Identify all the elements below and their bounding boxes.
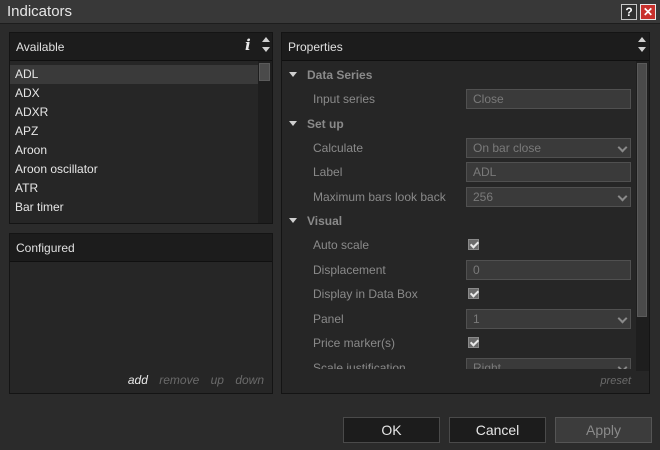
prop-label: Label [313,165,343,179]
list-item[interactable]: Aroon oscillator [10,160,258,179]
arrow-up-icon[interactable] [262,37,270,42]
properties-header: Properties [282,33,649,61]
window-title: Indicators [7,3,73,20]
prop-label: Scale justification [313,360,406,370]
chevron-down-icon [617,191,628,201]
arrow-down-icon[interactable] [262,47,270,52]
close-button[interactable]: ✕ [640,4,656,20]
prop-label: Input series [313,92,376,106]
chevron-down-icon [617,142,628,152]
display-data-box-checkbox[interactable] [468,288,479,299]
collapse-arrow-icon[interactable] [289,120,297,126]
input-series-field[interactable]: Close [466,89,631,109]
available-header: Available i [10,33,272,61]
prop-display-data-box: Display in Data Box [282,282,636,307]
category-label: Visual [307,214,343,228]
max-bars-select[interactable]: 256 [466,186,631,207]
scrollbar-thumb[interactable] [637,63,647,317]
list-item[interactable]: Bar timer [10,198,258,217]
label-field[interactable]: ADL [466,162,631,182]
scale-justification-select[interactable]: Right [466,357,631,370]
list-item[interactable]: APZ [10,122,258,141]
prop-label: Panel [313,311,344,326]
prop-auto-scale: Auto scale [282,233,636,258]
remove-link[interactable]: remove [159,373,199,387]
scrollbar-thumb[interactable] [259,63,270,81]
available-sort-arrows[interactable] [261,35,271,59]
configured-panel: Configured add remove up down [9,233,273,394]
cancel-button[interactable]: Cancel [449,417,546,443]
collapse-arrow-icon[interactable] [289,218,297,223]
prop-displacement: Displacement 0 [282,258,636,283]
properties-panel: Properties Data Series Input series Clos… [281,32,650,394]
prop-label: Displacement [313,262,386,277]
properties-scrollbar[interactable] [636,61,649,371]
list-item[interactable]: Aroon [10,141,258,160]
prop-label: Calculate [313,140,364,155]
available-list: ADL ADX ADXR APZ Aroon Aroon oscillator … [10,65,258,217]
prop-scale-justification: Scale justification Right [282,356,636,370]
arrow-down-icon[interactable] [638,47,646,52]
ok-button[interactable]: OK [343,417,440,443]
configured-actions: add remove up down [10,373,264,387]
down-link[interactable]: down [235,373,264,387]
list-item[interactable]: ADXR [10,103,258,122]
category-visual[interactable]: Visual [282,209,636,233]
configured-title: Configured [16,241,75,255]
configured-header: Configured [10,234,272,262]
calculate-select[interactable]: On bar close [466,137,631,158]
list-item[interactable]: ATR [10,179,258,198]
chevron-down-icon [617,313,628,323]
available-title: Available [16,40,65,54]
apply-button[interactable]: Apply [555,417,652,443]
collapse-arrow-icon[interactable] [289,72,297,77]
properties-title: Properties [288,40,343,54]
category-setup[interactable]: Set up [282,112,636,136]
preset-link[interactable]: preset [600,375,631,387]
available-panel: Available i ADL ADX ADXR APZ Aroon Aroon… [9,32,273,224]
title-bar: Indicators ? ✕ [0,0,660,24]
prop-max-bars: Maximum bars look back 256 [282,185,636,210]
category-label: Data Series [307,68,373,82]
panel-value: 1 [473,311,480,326]
prop-label: Maximum bars look back [313,189,446,204]
prop-label: Price marker(s) [313,336,396,350]
available-scrollbar[interactable] [258,61,272,223]
prop-label: Display in Data Box [313,287,418,301]
auto-scale-checkbox[interactable] [468,239,479,250]
displacement-field[interactable]: 0 [466,259,631,280]
properties-sort-arrows[interactable] [637,35,647,59]
prop-label: Auto scale [313,238,370,252]
prop-panel: Panel 1 [282,307,636,332]
panel-select[interactable]: 1 [466,308,631,329]
category-data-series[interactable]: Data Series [282,63,636,87]
prop-input-series: Input series Close [282,87,636,112]
prop-calculate: Calculate On bar close [282,136,636,161]
arrow-up-icon[interactable] [638,37,646,42]
prop-price-markers: Price marker(s) [282,331,636,356]
add-link[interactable]: add [128,373,148,387]
calculate-value: On bar close [473,140,542,155]
help-button[interactable]: ? [621,4,637,20]
up-link[interactable]: up [211,373,224,387]
price-markers-checkbox[interactable] [468,337,479,348]
chevron-down-icon [617,362,628,369]
scale-justification-value: Right [473,360,502,370]
category-label: Set up [307,116,344,131]
max-bars-value: 256 [473,189,494,204]
prop-label-row: Label ADL [282,160,636,185]
list-item[interactable]: ADX [10,84,258,103]
info-icon[interactable]: i [245,36,251,54]
list-item[interactable]: ADL [10,65,258,84]
property-grid: Data Series Input series Close Set up Ca… [282,63,636,369]
